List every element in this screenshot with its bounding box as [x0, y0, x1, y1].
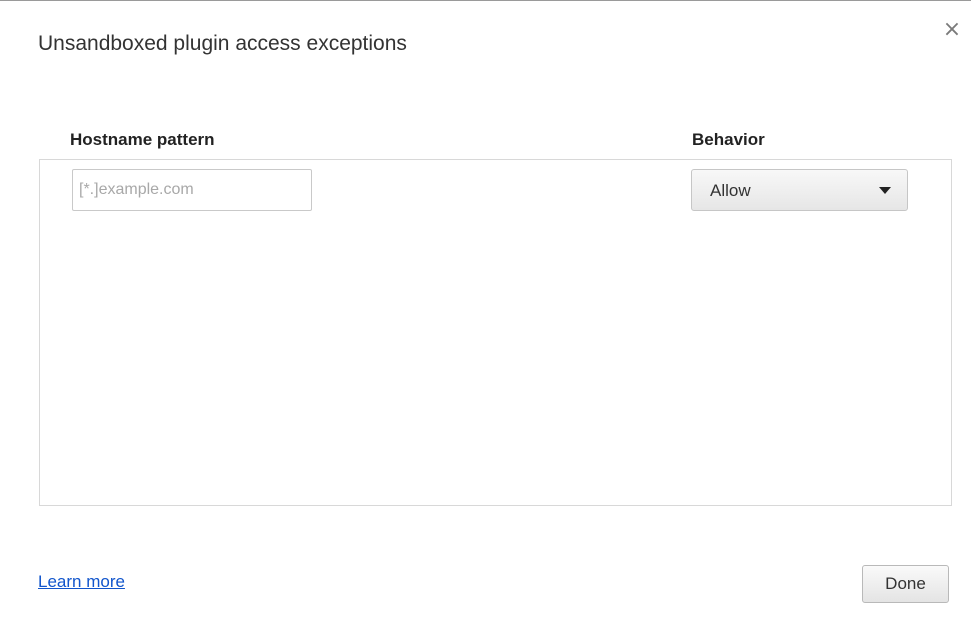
behavior-dropdown[interactable]: Allow — [691, 169, 908, 211]
learn-more-link[interactable]: Learn more — [38, 572, 125, 592]
hostname-pattern-input[interactable] — [72, 169, 312, 211]
chevron-down-icon — [879, 187, 891, 194]
exceptions-list: Allow — [39, 159, 952, 506]
done-button[interactable]: Done — [862, 565, 949, 603]
dialog: Unsandboxed plugin access exceptions × H… — [0, 0, 971, 624]
close-icon[interactable]: × — [941, 19, 963, 41]
dialog-title: Unsandboxed plugin access exceptions — [38, 32, 407, 55]
behavior-selected-value: Allow — [710, 181, 751, 200]
column-header-hostname: Hostname pattern — [70, 130, 215, 149]
column-header-behavior: Behavior — [692, 130, 765, 149]
